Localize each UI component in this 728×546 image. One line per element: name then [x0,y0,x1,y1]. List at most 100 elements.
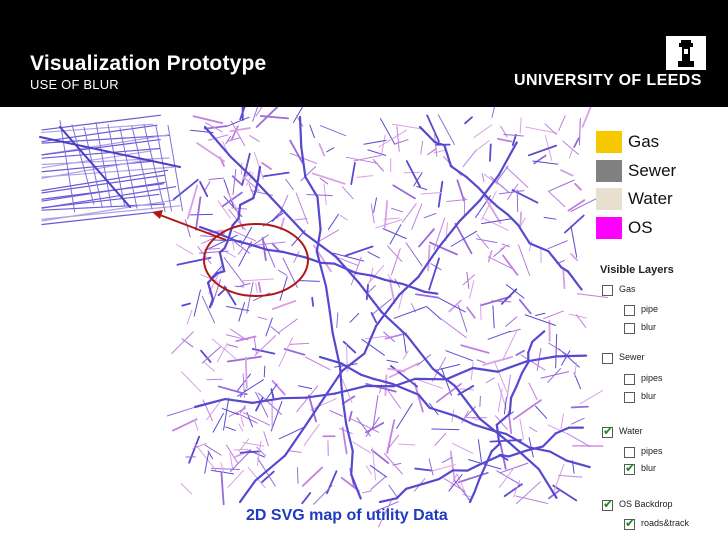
road-segment [509,328,521,333]
road-segment [211,338,238,361]
road-segment [535,405,548,419]
road-segment [323,183,327,206]
road-segment [515,349,525,356]
road-segment [570,225,578,258]
road-segment [171,331,194,355]
road-network [166,107,609,528]
road-segment [225,116,250,128]
road-segment [500,125,508,138]
main-road-segment [547,250,563,269]
layer-sewer-blur-checkbox[interactable] [624,392,635,403]
road-segment [238,302,245,322]
road-segment [497,137,513,143]
legend-label-gas: Gas [628,132,660,151]
road-segment [287,450,302,453]
road-segment [420,140,424,155]
check-icon: ✔ [625,461,636,475]
road-segment [396,403,413,429]
road-segment [238,423,244,432]
road-segment [255,282,258,294]
road-segment [247,467,266,489]
zoom-arrow-head [152,210,163,219]
main-road-segment [428,406,457,418]
layer-os-backdrop-checkbox[interactable]: ✔ [602,497,613,511]
road-segment [502,330,518,360]
road-segment [485,377,495,384]
main-road-segment [235,239,250,246]
road-segment [237,247,244,255]
road-segment [220,462,225,473]
layer-gas-blur-checkbox[interactable] [624,323,635,334]
road-segment [225,135,231,145]
road-segment [389,224,402,245]
road-segment [257,316,268,320]
road-segment [353,154,382,162]
road-segment [293,250,300,263]
main-road-segment [316,195,322,231]
road-segment [349,312,360,323]
road-segment [487,249,493,263]
road-segment [487,330,511,340]
layer-gas-pipe-checkbox[interactable] [624,305,635,316]
main-road-segment [406,334,435,371]
layer-water-blur-checkbox[interactable]: ✔ [624,461,636,475]
road-segment [199,250,229,254]
main-road-segment [548,450,568,462]
road-segment [306,194,333,197]
road-segment [186,184,199,220]
main-road-segment [266,248,284,253]
road-segment [249,135,260,142]
road-segment [506,374,511,399]
road-segment [318,143,326,157]
road-segment [252,107,259,122]
road-segment [188,435,201,464]
main-road-segment [426,478,441,484]
layer-os-roads-checkbox[interactable]: ✔ [624,516,635,530]
road-segment [427,147,437,156]
main-road-segment [378,497,398,504]
road-segment [437,180,444,208]
road-segment [547,240,568,250]
main-road-segment [324,285,331,313]
road-segment [239,405,246,414]
layer-gas-checkbox[interactable] [602,285,613,296]
road-segment [342,340,357,354]
road-segment [403,334,407,354]
road-segment [339,214,348,221]
main-road-segment [231,217,240,227]
road-segment [212,412,224,433]
road-segment [555,333,558,369]
layer-sewer-checkbox[interactable] [602,353,613,364]
road-segment [365,335,388,340]
road-segment [226,305,250,312]
main-road-segment [281,250,307,259]
road-segment [428,257,440,291]
layer-water-blur-label: blur [641,463,657,473]
road-segment [386,419,396,454]
layer-water-pipes-checkbox[interactable] [624,447,635,458]
layer-sewer-pipes-checkbox[interactable] [624,374,635,385]
main-road-segment [328,310,334,334]
legend-swatch-sewer [596,160,622,182]
main-road-segment [333,262,357,275]
main-road-segment [531,330,546,343]
layer-water-checkbox[interactable]: ✔ [602,424,613,438]
road-segment [263,365,266,378]
road-segment [224,250,237,258]
road-segment [217,385,248,396]
road-segment [574,362,577,377]
main-road-segment [541,432,557,448]
main-road-segment [237,203,242,220]
main-road-segment [565,459,591,469]
road-segment [203,361,216,372]
road-segment [319,177,329,185]
road-segment [186,309,193,325]
road-segment [491,107,495,118]
road-segment [319,229,340,242]
inset-road-segment [41,169,169,192]
road-segment [309,124,315,139]
road-segment [294,218,308,221]
road-segment [193,419,199,431]
legend-swatch-gas [596,131,622,153]
legend-label-sewer: Sewer [628,161,677,180]
